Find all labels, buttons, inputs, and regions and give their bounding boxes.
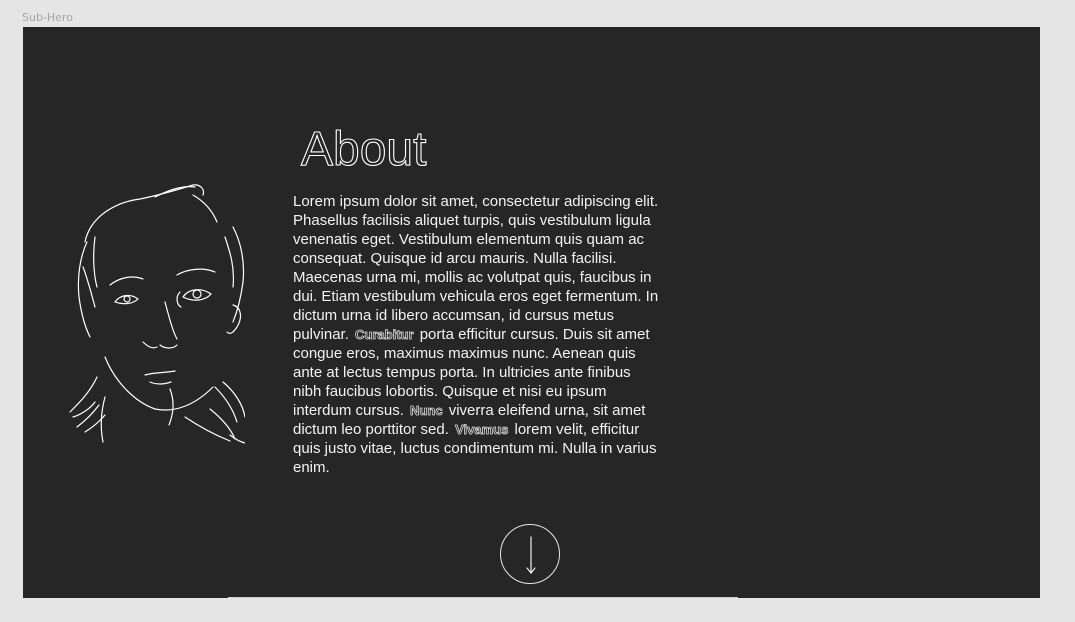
about-title: About	[300, 122, 427, 176]
frame-bottom-divider	[228, 597, 738, 598]
outlined-word-nunc: Nunc	[410, 403, 443, 419]
arrow-down-icon	[526, 536, 536, 574]
about-paragraph-part1: Lorem ipsum dolor sit amet, consectetur …	[293, 193, 659, 343]
sub-hero-frame: About Lorem ipsum dolor sit amet, consec…	[23, 27, 1040, 598]
portrait-illustration	[69, 184, 245, 444]
outlined-word-vivamus: Vivamus	[455, 422, 509, 438]
about-paragraph: Lorem ipsum dolor sit amet, consectetur …	[293, 192, 663, 477]
frame-label: Sub-Hero	[22, 11, 73, 24]
scroll-down-button[interactable]	[500, 524, 560, 584]
outlined-word-curabitur: Curabitur	[355, 327, 414, 343]
about-title-text: About	[301, 123, 426, 176]
